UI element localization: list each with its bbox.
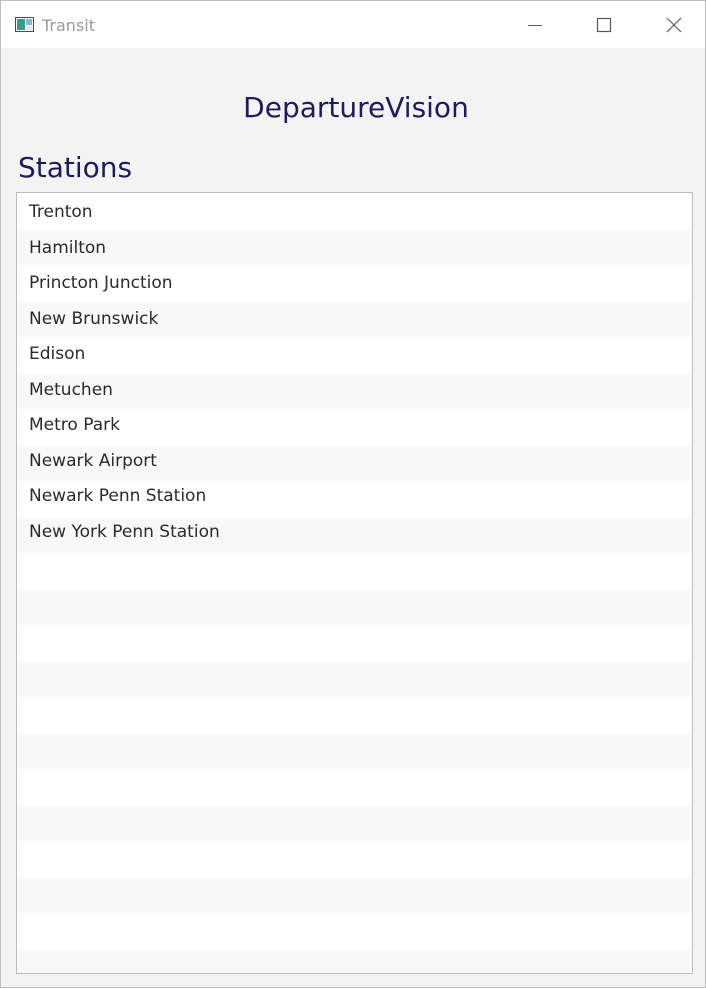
list-item[interactable]: Newark Penn Station: [17, 477, 692, 513]
maximize-icon: [596, 17, 612, 33]
list-item[interactable]: Hamilton: [17, 229, 692, 265]
stations-list[interactable]: Trenton Hamilton Princton Junction New B…: [16, 192, 693, 974]
maximize-button[interactable]: [571, 1, 637, 48]
stations-list-rows: Trenton Hamilton Princton Junction New B…: [17, 193, 692, 973]
minimize-button[interactable]: [502, 1, 568, 48]
list-item[interactable]: Metro Park: [17, 406, 692, 442]
window-title: Transit: [42, 16, 95, 35]
list-item[interactable]: Trenton: [17, 193, 692, 229]
list-item[interactable]: Edison: [17, 335, 692, 371]
close-icon: [666, 17, 682, 33]
app-icon: [15, 17, 34, 32]
list-item[interactable]: New York Penn Station: [17, 513, 692, 549]
stations-heading: Stations: [18, 151, 133, 184]
close-button[interactable]: [641, 1, 705, 48]
list-item[interactable]: Princton Junction: [17, 264, 692, 300]
title-bar[interactable]: Transit: [1, 1, 705, 48]
page-title: DepartureVision: [243, 91, 469, 124]
list-item[interactable]: Metuchen: [17, 371, 692, 407]
list-item[interactable]: New Brunswick: [17, 300, 692, 336]
minimize-icon: [528, 25, 542, 26]
list-item[interactable]: Newark Airport: [17, 442, 692, 478]
app-window: Transit DepartureVision Stations Trenton…: [0, 0, 706, 988]
